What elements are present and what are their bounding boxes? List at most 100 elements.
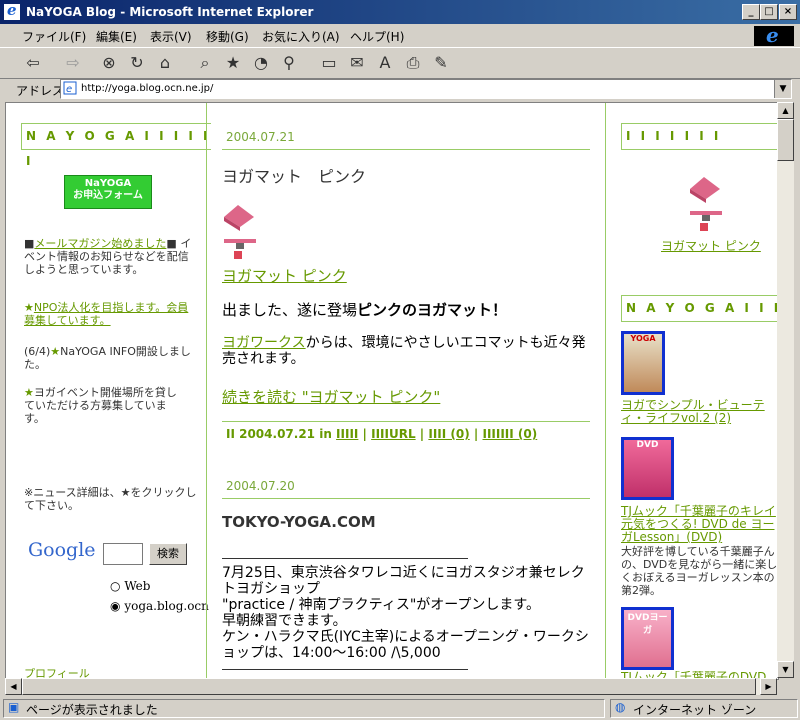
- news-item-mailmag: ■メールマガジン始めました■ イベント情報のお知らせなどを配信しようと思っていま…: [24, 237, 192, 276]
- menu-bar: ファイル(F) 編集(E) 表示(V) 移動(G) お気に入り(A) ヘルプ(H…: [0, 24, 800, 46]
- refresh-icon[interactable]: ↻: [126, 52, 148, 74]
- font-icon[interactable]: A: [374, 52, 396, 74]
- post1-body2: ヨガワークスからは、環境にやさしいエコマットも近々発売されます。: [222, 335, 586, 367]
- signup-banner[interactable]: NaYOGA お申込フォーム: [64, 175, 152, 209]
- hscroll-thumb[interactable]: [22, 678, 756, 695]
- post1-title: ヨガマット ピンク: [222, 167, 367, 186]
- divider: [222, 669, 468, 670]
- address-input[interactable]: e http://yoga.blog.ocn.ne.jp/ ▼: [60, 79, 792, 99]
- svg-text:e: e: [66, 84, 72, 95]
- news-item-venue: ★ヨガイベント開催場所を貸していただける方募集しています。: [24, 386, 177, 425]
- post1-body1: 出ました、遂に登場ピンクのヨガマット！: [222, 301, 508, 319]
- status-bar: ▣ ページが表示されました ◍ インターネット ゾーン: [0, 697, 800, 720]
- menu-view[interactable]: 表示(V): [150, 28, 192, 45]
- post1-footer: II 2004.07.21 in IIIII | IIIIURL | IIII …: [226, 427, 538, 441]
- status-zone: ◍ インターネット ゾーン: [610, 699, 798, 718]
- book2-link[interactable]: TJムック「千葉麗子のキレイ元気をつくる! DVD de ヨーガLesson」(…: [621, 505, 778, 544]
- mailmag-link[interactable]: メールマガジン始めました: [34, 237, 166, 250]
- post1-image-link[interactable]: ヨガマット ピンク: [222, 265, 347, 286]
- print-icon[interactable]: ⎙: [402, 52, 424, 74]
- read-more-link[interactable]: 続きを読む "ヨガマット ピンク": [222, 386, 440, 407]
- comments-link[interactable]: IIII (0): [428, 427, 469, 441]
- radio-site-icon[interactable]: ◉: [110, 599, 120, 613]
- page-icon: e: [63, 81, 77, 95]
- book3-cover[interactable]: DVDヨーガ: [621, 607, 674, 670]
- yoga-mat-image[interactable]: [222, 203, 258, 263]
- divider: [222, 498, 590, 499]
- google-search-button[interactable]: 検索: [149, 543, 187, 565]
- post2-date: 2004.07.20: [226, 479, 295, 493]
- maximize-button[interactable]: □: [760, 4, 778, 20]
- left-sidebar-header: N A Y O G A I I I I I I: [21, 123, 211, 168]
- vertical-scrollbar[interactable]: ▲ ▼: [777, 102, 794, 678]
- close-button[interactable]: ×: [779, 4, 797, 20]
- post1-date: 2004.07.21: [226, 130, 295, 144]
- status-message: ▣ ページが表示されました: [3, 699, 605, 718]
- post2-body: 7月25日、東京渋谷タワレコ近くにヨガスタジオ兼セレクトヨガショップ "prac…: [222, 565, 589, 661]
- mail-icon[interactable]: ✉: [346, 52, 368, 74]
- radio-web-icon[interactable]: ○: [110, 579, 120, 593]
- scroll-up-icon[interactable]: ▲: [777, 102, 794, 119]
- right-sidebar-header2: N A Y O G A I I I: [621, 295, 778, 322]
- right-sidebar-header1: I I I I I I I: [621, 123, 778, 150]
- book2-cover[interactable]: DVD: [621, 437, 674, 500]
- page-done-icon: ▣: [8, 700, 20, 714]
- star-icon[interactable]: ★: [24, 386, 34, 399]
- menu-help[interactable]: ヘルプ(H): [350, 28, 404, 45]
- radio-web[interactable]: ○ Web: [110, 579, 150, 593]
- stop-icon[interactable]: ⊗: [98, 52, 120, 74]
- ie-icon: [4, 1, 20, 20]
- ie-logo-icon: [754, 23, 794, 47]
- yoga-mat-thumb[interactable]: [688, 175, 724, 235]
- google-logo: Google: [28, 539, 96, 561]
- fullscreen-icon[interactable]: ▭: [318, 52, 340, 74]
- scroll-right-icon[interactable]: ▶: [760, 678, 777, 695]
- divider: [222, 558, 468, 559]
- minimize-button[interactable]: _: [742, 4, 760, 20]
- radio-site[interactable]: ◉ yoga.blog.ocn.ne.jp: [110, 599, 210, 613]
- center-left-border: [206, 103, 207, 679]
- news-item-info: (6/4)★NaYOGA INFO開設しました。: [24, 345, 191, 371]
- page-content: N A Y O G A I I I I I I NaYOGA お申込フォーム ■…: [5, 102, 779, 680]
- divider: [222, 149, 590, 150]
- news-item-npo: ★NPO法人化を目指します。会員募集しています。: [24, 301, 194, 327]
- right-item-link[interactable]: ヨガマット ピンク: [661, 237, 761, 254]
- permalink[interactable]: IIIIURL: [371, 427, 416, 441]
- favorites-icon[interactable]: ★: [222, 52, 244, 74]
- scroll-thumb[interactable]: [777, 119, 794, 161]
- address-bar: アドレス e http://yoga.blog.ocn.ne.jp/ ▼: [0, 78, 800, 100]
- scroll-down-icon[interactable]: ▼: [777, 661, 794, 678]
- center-right-border: [605, 103, 606, 679]
- star-icon[interactable]: ★: [50, 345, 60, 358]
- home-icon[interactable]: ⌂: [154, 52, 176, 74]
- back-icon[interactable]: ⇦: [22, 52, 44, 74]
- book1-cover[interactable]: YOGA: [621, 331, 665, 395]
- horizontal-scrollbar[interactable]: ◀ ▶: [5, 678, 777, 695]
- title-bar: NaYOGA Blog - Microsoft Internet Explore…: [0, 0, 800, 24]
- menu-edit[interactable]: 編集(E): [96, 28, 137, 45]
- scroll-left-icon[interactable]: ◀: [5, 678, 22, 695]
- address-label: アドレス: [16, 84, 65, 98]
- menu-file[interactable]: ファイル(F): [22, 28, 86, 45]
- search-icon[interactable]: ⌕: [194, 52, 216, 74]
- npo-link[interactable]: NPO法人化を目指します。会員募集しています。: [24, 301, 188, 327]
- address-dropdown-icon[interactable]: ▼: [774, 80, 791, 98]
- google-search-input[interactable]: [103, 543, 143, 565]
- menu-go[interactable]: 移動(G): [206, 28, 249, 45]
- category-link[interactable]: IIIII: [336, 427, 358, 441]
- post2-title: TOKYO-YOGA.COM: [222, 513, 376, 531]
- channels-icon[interactable]: ⚲: [278, 52, 300, 74]
- news-footnote: ※ニュース詳細は、★をクリックして下さい。: [24, 486, 197, 512]
- forward-icon[interactable]: ⇨: [62, 52, 84, 74]
- address-url: http://yoga.blog.ocn.ne.jp/: [81, 83, 214, 94]
- trackbacks-link[interactable]: IIIIIII (0): [482, 427, 537, 441]
- star-icon[interactable]: ★: [24, 301, 34, 314]
- book1-link[interactable]: ヨガでシンプル・ビューティ・ライフvol.2 (2): [621, 399, 778, 425]
- menu-favorites[interactable]: お気に入り(A): [262, 28, 340, 45]
- edit-icon[interactable]: ✎: [430, 52, 452, 74]
- window-title: NaYOGA Blog - Microsoft Internet Explore…: [26, 5, 314, 19]
- book2-desc: 大好評を博している千葉麗子んの、DVDを見ながら一緒に楽しくおぼえるヨーガレッス…: [621, 545, 778, 597]
- divider: [222, 421, 590, 422]
- history-icon[interactable]: ◔: [250, 52, 272, 74]
- yogaworks-link[interactable]: ヨガワークス: [222, 335, 306, 351]
